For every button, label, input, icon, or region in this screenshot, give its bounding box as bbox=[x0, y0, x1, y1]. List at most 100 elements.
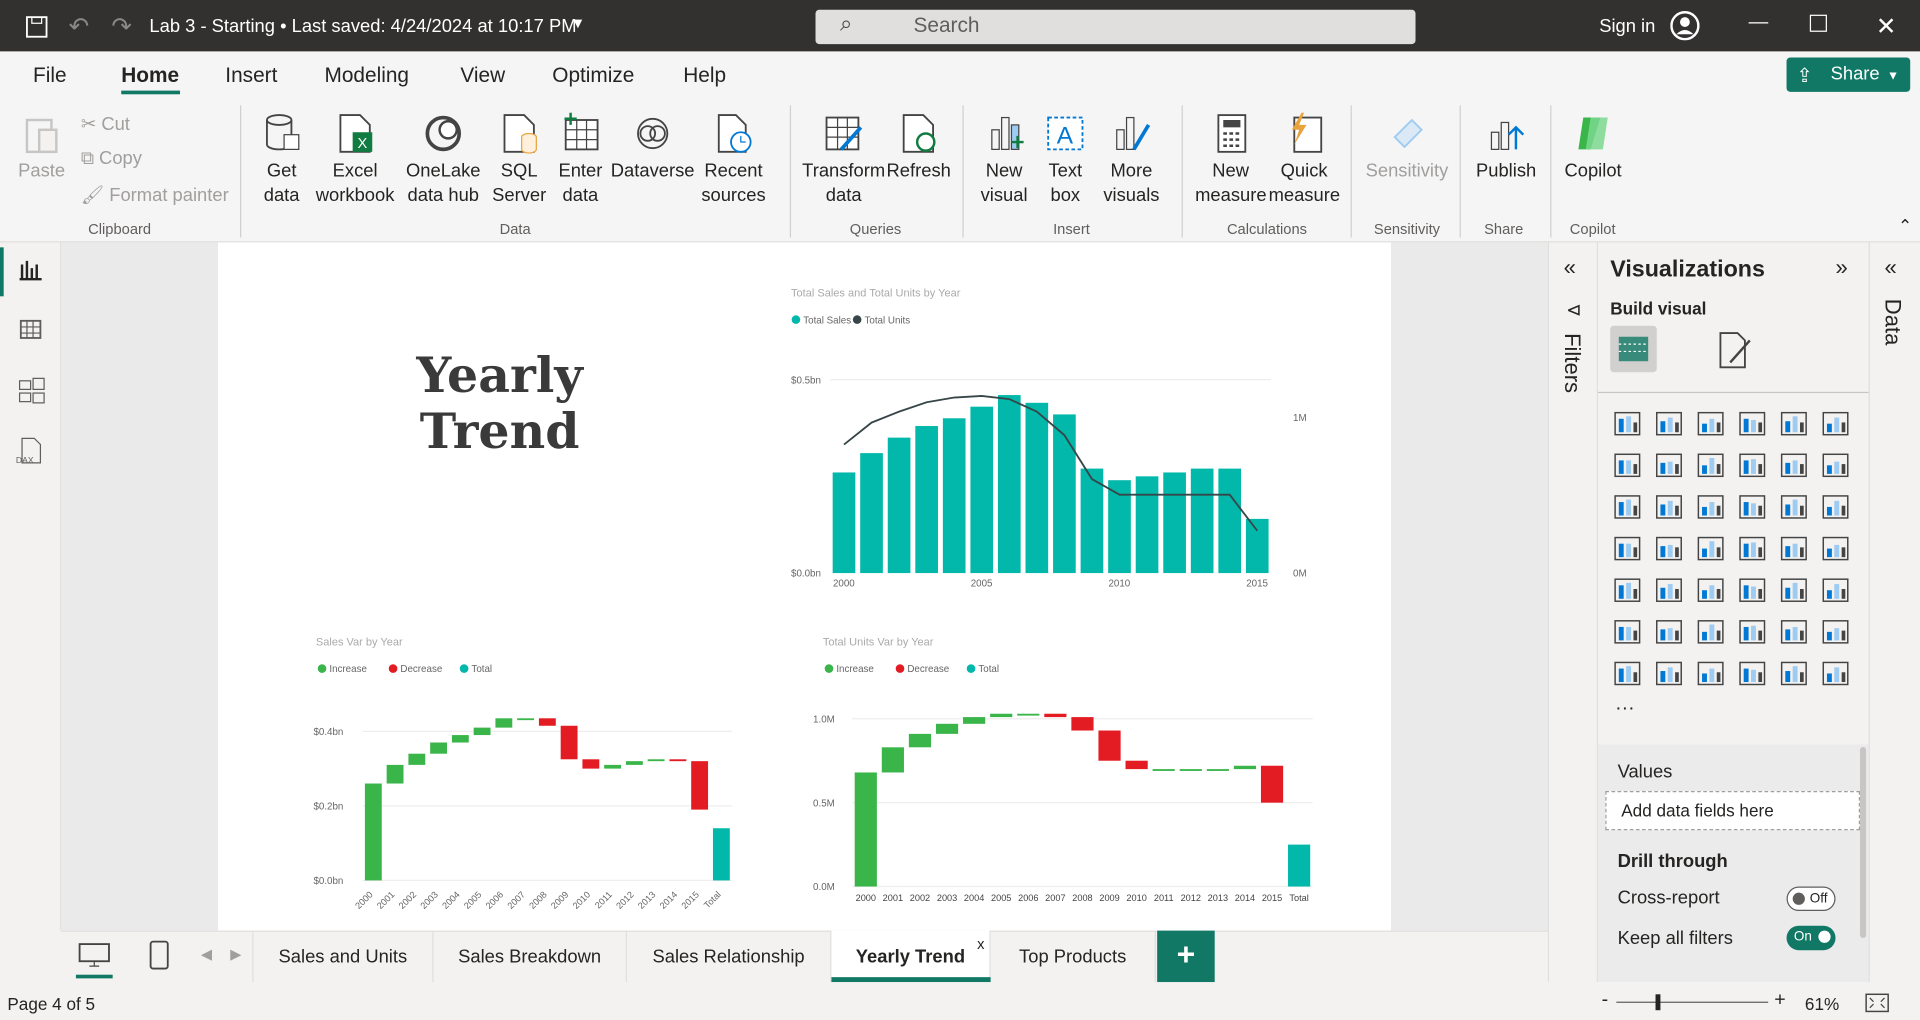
redo-icon[interactable]: ↷ bbox=[111, 11, 132, 42]
save-icon[interactable] bbox=[24, 15, 48, 39]
arcgis-icon[interactable] bbox=[1738, 659, 1767, 688]
menu-optimize[interactable]: Optimize bbox=[552, 64, 634, 88]
area-icon[interactable] bbox=[1654, 451, 1683, 480]
new-measure-button[interactable]: New measure bbox=[1195, 113, 1267, 209]
kpi-icon[interactable] bbox=[1654, 576, 1683, 605]
enter-data-button[interactable]: Enter data bbox=[551, 112, 610, 209]
sales-var-waterfall-chart[interactable]: Sales Var by Year Increase Decrease Total $0… bbox=[304, 628, 745, 922]
menu-view[interactable]: View bbox=[460, 64, 505, 88]
page-tab-sales-and-units[interactable]: Sales and Units bbox=[252, 930, 434, 983]
refresh-button[interactable]: Refresh bbox=[887, 113, 951, 184]
close-icon[interactable]: ✕ bbox=[1876, 11, 1897, 42]
pie-icon[interactable] bbox=[1779, 492, 1808, 521]
title-dropdown-icon[interactable]: ▼ bbox=[571, 15, 586, 32]
line-column-icon[interactable] bbox=[1779, 451, 1808, 480]
waterfall-viz-icon[interactable] bbox=[1613, 492, 1642, 521]
transform-data-button[interactable]: Transform data bbox=[802, 113, 885, 209]
decomposition-tree-icon[interactable] bbox=[1696, 617, 1725, 646]
goals-icon[interactable] bbox=[1821, 617, 1850, 646]
qa-icon[interactable] bbox=[1738, 617, 1767, 646]
stacked-bar-icon[interactable] bbox=[1613, 409, 1642, 438]
get-data-button[interactable]: Get data bbox=[250, 113, 314, 209]
gauge-icon[interactable] bbox=[1779, 534, 1808, 563]
map-icon[interactable] bbox=[1654, 534, 1683, 563]
page-tab-top-products[interactable]: Top Products bbox=[991, 930, 1156, 983]
mobile-layout-icon[interactable] bbox=[149, 940, 169, 970]
line-icon[interactable] bbox=[1613, 451, 1642, 480]
copy-button[interactable]: ⧉ Copy bbox=[81, 148, 142, 169]
account-icon[interactable] bbox=[1670, 11, 1700, 41]
zoom-slider-thumb[interactable] bbox=[1655, 994, 1661, 1011]
maximize-icon[interactable] bbox=[1809, 14, 1827, 32]
more-chevron-icon[interactable] bbox=[1821, 659, 1850, 688]
menu-file[interactable]: File bbox=[33, 64, 67, 88]
menu-help[interactable]: Help bbox=[683, 64, 726, 88]
clustered-bar-icon[interactable] bbox=[1696, 409, 1725, 438]
next-page-icon[interactable]: ▶ bbox=[230, 945, 241, 962]
table-view-icon[interactable] bbox=[18, 317, 42, 341]
fit-to-page-icon[interactable] bbox=[1865, 993, 1889, 1013]
azure-map-icon[interactable] bbox=[1738, 534, 1767, 563]
ribbon-icon[interactable] bbox=[1738, 451, 1767, 480]
custom-visual-icon[interactable] bbox=[1779, 659, 1808, 688]
filled-map-icon[interactable] bbox=[1696, 534, 1725, 563]
close-tab-icon[interactable]: x bbox=[977, 936, 984, 953]
line-clustered-icon[interactable] bbox=[1821, 451, 1850, 480]
multirow-card-icon[interactable] bbox=[1613, 576, 1642, 605]
zoom-level[interactable]: 61% bbox=[1805, 994, 1839, 1014]
funnel-icon[interactable] bbox=[1696, 492, 1725, 521]
100-column-icon[interactable] bbox=[1821, 409, 1850, 438]
sensitivity-button[interactable]: Sensitivity bbox=[1364, 113, 1450, 184]
sales-units-combo-chart[interactable]: Total Sales and Total Units by Year Total… bbox=[781, 279, 1320, 603]
filters-pane[interactable]: « ⊲ Filters bbox=[1547, 242, 1597, 983]
format-visual-icon[interactable] bbox=[1716, 331, 1753, 370]
r-visual-icon[interactable] bbox=[1821, 576, 1850, 605]
collapse-ribbon-icon[interactable]: ⌃ bbox=[1898, 216, 1912, 237]
dataverse-button[interactable]: Dataverse bbox=[610, 113, 696, 184]
excel-workbook-button[interactable]: X Excel workbook bbox=[313, 113, 396, 209]
collapse-viz-icon[interactable]: » bbox=[1836, 255, 1848, 281]
page-tab-yearly-trend[interactable]: Yearly Trend x bbox=[831, 930, 991, 983]
scatter-icon[interactable] bbox=[1738, 492, 1767, 521]
donut-icon[interactable] bbox=[1821, 492, 1850, 521]
text-box-button[interactable]: A Text box bbox=[1038, 113, 1092, 209]
model-view-icon[interactable] bbox=[18, 377, 45, 404]
slicer-icon[interactable] bbox=[1696, 576, 1725, 605]
expand-filters-icon[interactable]: « bbox=[1564, 255, 1576, 281]
menu-home[interactable]: Home bbox=[121, 64, 179, 88]
100-bar-icon[interactable] bbox=[1779, 409, 1808, 438]
more-visuals-ellipsis[interactable]: ··· bbox=[1615, 698, 1635, 720]
power-apps-icon[interactable] bbox=[1654, 659, 1683, 688]
data-pane[interactable]: « Data bbox=[1868, 242, 1920, 983]
sign-in-link[interactable]: Sign in bbox=[1599, 16, 1655, 37]
cross-report-toggle[interactable]: Off bbox=[1786, 886, 1836, 912]
onelake-data-hub-button[interactable]: OneLake data hub bbox=[397, 113, 490, 209]
zoom-slider[interactable] bbox=[1616, 994, 1769, 1011]
recent-sources-button[interactable]: Recent sources bbox=[693, 113, 774, 209]
card-icon[interactable] bbox=[1821, 534, 1850, 563]
menu-insert[interactable]: Insert bbox=[225, 64, 277, 88]
add-page-button[interactable]: + bbox=[1157, 930, 1215, 983]
sql-server-button[interactable]: SQL Server bbox=[490, 113, 549, 209]
minimize-icon[interactable]: — bbox=[1749, 12, 1769, 34]
file-title[interactable]: Lab 3 - Starting • Last saved: 4/24/2024… bbox=[149, 16, 576, 37]
python-visual-icon[interactable] bbox=[1613, 617, 1642, 646]
page-tab-sales-relationship[interactable]: Sales Relationship bbox=[627, 930, 832, 983]
zoom-out-icon[interactable]: - bbox=[1602, 989, 1609, 1011]
search-input[interactable]: Search bbox=[815, 9, 1416, 45]
more-visuals-button[interactable]: More visuals bbox=[1097, 113, 1166, 209]
viz-scrollbar[interactable] bbox=[1860, 746, 1867, 938]
cut-button[interactable]: ✂ Cut bbox=[81, 113, 130, 135]
undo-icon[interactable]: ↶ bbox=[69, 11, 90, 42]
power-automate-icon[interactable] bbox=[1696, 659, 1725, 688]
build-visual-tab[interactable] bbox=[1610, 325, 1657, 373]
zoom-in-icon[interactable]: + bbox=[1774, 989, 1785, 1011]
prev-page-icon[interactable]: ◀ bbox=[201, 945, 212, 962]
dax-query-view-icon[interactable]: DAX bbox=[16, 436, 45, 465]
publish-button[interactable]: Publish bbox=[1472, 113, 1541, 184]
report-title[interactable]: Yearly Trend bbox=[377, 347, 622, 461]
expand-data-icon[interactable]: « bbox=[1885, 255, 1897, 281]
report-view-icon[interactable] bbox=[18, 257, 42, 281]
key-influencers-icon[interactable] bbox=[1654, 617, 1683, 646]
clustered-column-icon[interactable] bbox=[1738, 409, 1767, 438]
